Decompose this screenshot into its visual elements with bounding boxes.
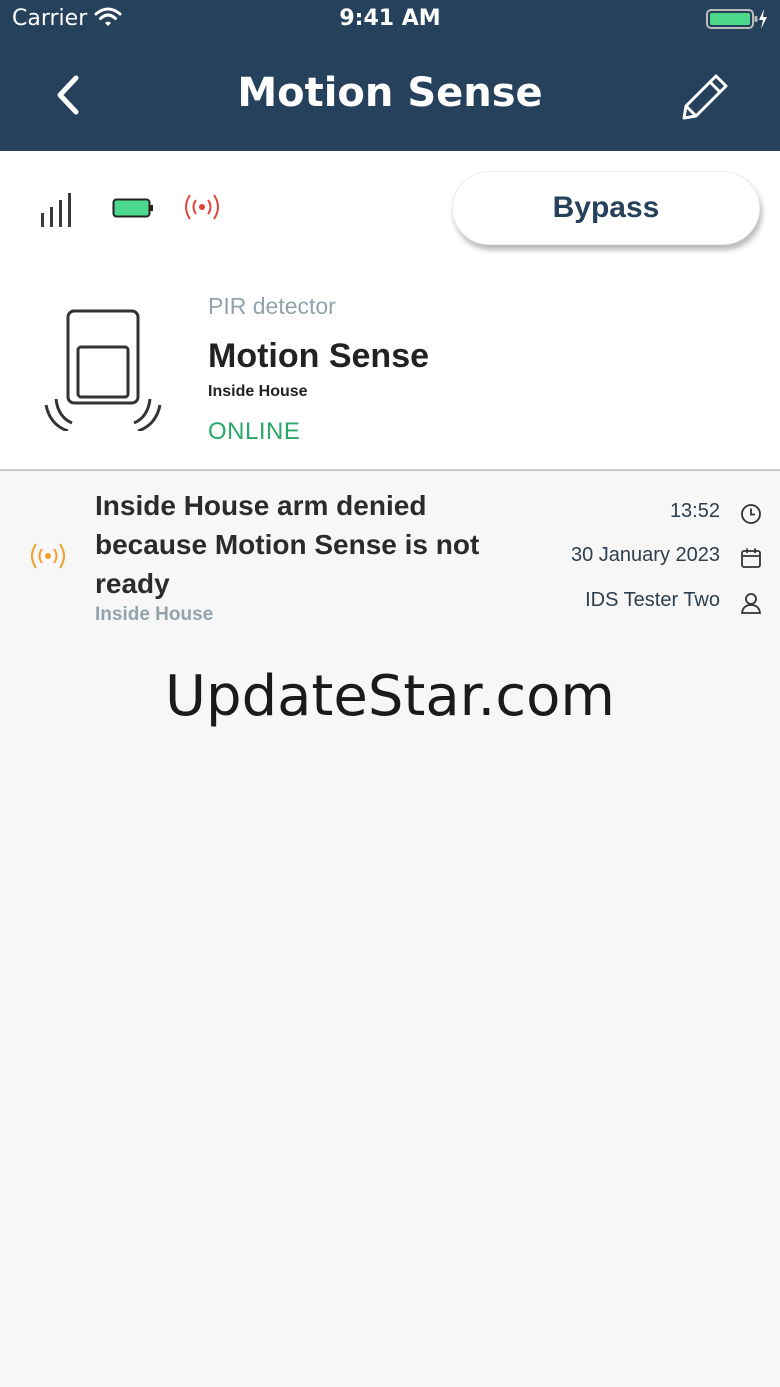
watermark: UpdateStar.com <box>165 664 615 729</box>
pencil-icon <box>682 74 728 120</box>
battery-icon <box>112 196 154 224</box>
device-panel: Bypass PIR detector Motion Sense Inside … <box>0 151 780 471</box>
bypass-button[interactable]: Bypass <box>452 171 760 245</box>
edit-button[interactable] <box>678 70 732 124</box>
event-message: Inside House arm denied because Motion S… <box>95 490 480 599</box>
user-icon <box>740 592 762 618</box>
event-user: IDS Tester Two <box>585 589 720 611</box>
status-time: 9:41 AM <box>339 6 441 31</box>
event-zone: Inside House <box>95 604 214 625</box>
device-name: Motion Sense <box>208 337 430 375</box>
signal-icon <box>40 193 76 231</box>
alarm-signal-icon <box>28 541 68 575</box>
alarm-signal-icon <box>182 192 222 226</box>
phone-battery-icon <box>706 7 768 35</box>
event-time: 13:52 <box>669 500 720 522</box>
device-type: PIR detector <box>208 293 336 319</box>
app-header: Carrier 9:41 AM Motion Sense <box>0 0 780 151</box>
calendar-icon <box>740 547 762 573</box>
device-status: ONLINE <box>208 418 301 445</box>
page-title: Motion Sense <box>237 70 543 116</box>
motion-detector-icon <box>44 307 164 435</box>
status-bar: Carrier 9:41 AM <box>0 0 780 40</box>
clock-icon <box>740 503 762 529</box>
device-zone: Inside House <box>208 383 308 400</box>
event-row[interactable]: Inside House arm denied because Motion S… <box>0 473 780 633</box>
event-date: 30 January 2023 <box>570 544 720 566</box>
